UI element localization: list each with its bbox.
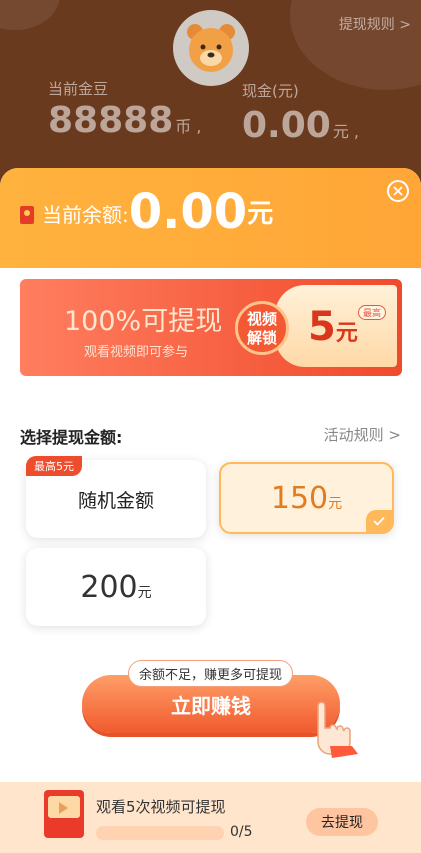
balance: 当前余额: 0.00 元 bbox=[20, 186, 273, 238]
promo-banner[interactable]: 100%可提现 观看视频即可参与 视频 解锁 5元 最高 bbox=[20, 279, 402, 376]
decor-circle bbox=[0, 0, 60, 30]
banner-amount: 5元 bbox=[308, 307, 358, 354]
option-label: 随机金额 bbox=[77, 489, 154, 512]
max-amount-tag: 最高5元 bbox=[26, 456, 82, 476]
option-amount-unit: 元 bbox=[328, 495, 343, 512]
max-tag: 最高 bbox=[358, 305, 387, 320]
banner-subline: 观看视频即可参与 bbox=[84, 345, 189, 360]
unlock-line-2: 解锁 bbox=[246, 329, 277, 347]
gold-label: 当前金豆 bbox=[48, 80, 109, 98]
cash-number: 0.00 bbox=[242, 105, 331, 146]
banner-headline: 100%可提现 bbox=[64, 306, 223, 337]
gold-unit: 币 , bbox=[175, 117, 202, 136]
withdraw-rules-link[interactable]: 提现规则 > bbox=[339, 14, 411, 34]
pointing-hand-icon bbox=[308, 698, 366, 762]
activity-rules-link[interactable]: 活动规则 > bbox=[324, 424, 401, 445]
gold-value: 88888 币 , bbox=[48, 100, 201, 141]
sheet-header: 当前余额: 0.00 元 bbox=[0, 168, 421, 268]
check-icon bbox=[366, 510, 392, 532]
insufficient-balance-bubble: 余额不足，赚更多可提现 bbox=[128, 660, 294, 687]
balance-label: 当前余额: bbox=[42, 203, 129, 227]
video-unlock-badge: 视频 解锁 bbox=[235, 301, 289, 355]
cash-unit: 元 , bbox=[332, 122, 360, 141]
bear-avatar-icon bbox=[173, 10, 249, 86]
withdraw-screen: 提现规则 > 当前金豆 88888 币 , 现金(元) 0.00 元 , 当前余额:… bbox=[0, 0, 421, 853]
progress-bar bbox=[96, 826, 224, 840]
banner-amount-number: 5 bbox=[308, 304, 336, 350]
option-amount: 150元 bbox=[271, 481, 342, 516]
go-withdraw-button[interactable]: 去提现 bbox=[306, 808, 378, 836]
video-icon bbox=[44, 790, 84, 838]
task-description: 观看5次视频可提现 bbox=[96, 798, 226, 816]
option-200[interactable]: 200元 bbox=[26, 548, 206, 626]
cash-value: 0.00 元 , bbox=[242, 105, 359, 146]
option-amount-number: 200 bbox=[80, 569, 138, 605]
video-task-footer: 观看5次视频可提现 0/5 去提现 bbox=[0, 782, 421, 853]
withdraw-sheet: 当前余额: 0.00 元 100%可提现 观看视频即可参与 视频 解锁 5元 最… bbox=[0, 168, 421, 853]
close-icon[interactable] bbox=[387, 180, 409, 202]
cash-label: 现金(元) bbox=[242, 82, 299, 100]
select-amount-title: 选择提现金额: bbox=[20, 428, 123, 447]
balance-value: 0.00 bbox=[128, 184, 248, 240]
option-150[interactable]: 150元 bbox=[219, 462, 394, 534]
progress-text: 0/5 bbox=[230, 824, 253, 840]
gold-number: 88888 bbox=[48, 100, 174, 141]
option-amount: 200元 bbox=[80, 570, 151, 605]
banner-amount-unit: 元 bbox=[335, 321, 358, 346]
unlock-line-1: 视频 bbox=[246, 310, 277, 328]
option-random-amount[interactable]: 最高5元 随机金额 bbox=[26, 456, 206, 538]
option-amount-number: 150 bbox=[270, 480, 329, 516]
balance-unit: 元 bbox=[247, 199, 274, 229]
option-amount-unit: 元 bbox=[137, 584, 152, 601]
red-packet-icon bbox=[20, 206, 34, 224]
